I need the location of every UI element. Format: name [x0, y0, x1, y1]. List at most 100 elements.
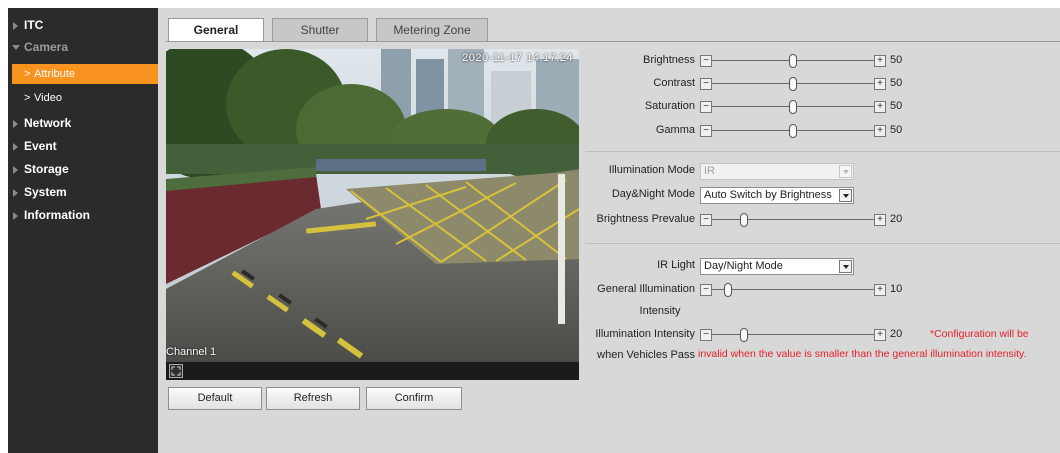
- tab-general[interactable]: General: [168, 18, 264, 41]
- nav-item-system[interactable]: System: [8, 181, 158, 203]
- saturation-slider[interactable]: − +: [700, 100, 886, 114]
- general-illumination-slider[interactable]: − +: [700, 283, 886, 297]
- gamma-value: 50: [890, 124, 903, 136]
- slider-thumb[interactable]: [789, 124, 797, 138]
- expand-triangle-icon: [13, 143, 18, 151]
- contrast-label: Contrast: [653, 77, 695, 89]
- nav-item-information[interactable]: Information: [8, 204, 158, 226]
- nav-item-label: Information: [24, 208, 90, 222]
- slider-track: [712, 219, 874, 220]
- illumination-mode-label: Illumination Mode: [608, 164, 695, 176]
- contrast-value: 50: [890, 77, 903, 89]
- general-illumination-label: General Illumination: [597, 283, 695, 295]
- nav-item-event[interactable]: Event: [8, 135, 158, 157]
- nav-item-label: Storage: [24, 162, 69, 176]
- plus-icon[interactable]: +: [874, 214, 886, 226]
- default-button[interactable]: Default: [168, 387, 262, 410]
- expand-triangle-icon: [13, 212, 18, 220]
- dropdown-arrow-icon: [839, 165, 852, 178]
- ir-light-select[interactable]: Day/Night Mode: [700, 258, 854, 275]
- plus-icon[interactable]: +: [874, 101, 886, 113]
- video-timestamp: 2020-11-17 14:17:24: [462, 52, 573, 64]
- slider-track: [712, 289, 874, 290]
- nav-item-camera[interactable]: Camera: [8, 36, 158, 58]
- select-value: IR: [704, 165, 715, 177]
- camera-scene-image: [166, 49, 579, 362]
- section-divider: [585, 243, 1060, 244]
- vehicle-illumination-slider[interactable]: − +: [700, 328, 886, 342]
- sidebar: ITC Camera > Attribute > Video Network E…: [8, 8, 158, 453]
- plus-icon[interactable]: +: [874, 284, 886, 296]
- brightness-prevalue-value: 20: [890, 213, 903, 225]
- video-channel-label: Channel 1: [166, 346, 217, 358]
- brightness-label: Brightness: [643, 54, 695, 66]
- sub-item-label: Attribute: [34, 68, 75, 80]
- day-night-mode-label: Day&Night Mode: [611, 188, 695, 200]
- minus-icon[interactable]: −: [700, 284, 712, 296]
- nav-item-label: Camera: [24, 40, 69, 54]
- expand-triangle-icon: [13, 189, 18, 197]
- refresh-button[interactable]: Refresh: [266, 387, 360, 410]
- main-panel: General Shutter Metering Zone 2020-11-17…: [158, 8, 1060, 453]
- sidebar-item-video[interactable]: > Video: [12, 88, 158, 108]
- brightness-slider[interactable]: − +: [700, 54, 886, 68]
- brightness-prevalue-slider[interactable]: − +: [700, 213, 886, 227]
- slider-thumb[interactable]: [789, 100, 797, 114]
- brightness-prevalue-label: Brightness Prevalue: [596, 213, 695, 225]
- nav-item-itc[interactable]: ITC: [8, 14, 158, 36]
- minus-icon[interactable]: −: [700, 214, 712, 226]
- dropdown-arrow-icon: [839, 189, 852, 202]
- select-value: Day/Night Mode: [704, 260, 783, 272]
- nav-item-label: ITC: [24, 18, 44, 32]
- plus-icon[interactable]: +: [874, 55, 886, 67]
- config-note-line1: *Configuration will be: [930, 328, 1029, 340]
- minus-icon[interactable]: −: [700, 101, 712, 113]
- tab-metering-zone[interactable]: Metering Zone: [376, 18, 488, 41]
- saturation-label: Saturation: [644, 100, 695, 112]
- plus-icon[interactable]: +: [874, 329, 886, 341]
- expand-triangle-icon: [13, 22, 18, 30]
- tab-shutter[interactable]: Shutter: [272, 18, 368, 41]
- confirm-button[interactable]: Confirm: [366, 387, 462, 410]
- minus-icon[interactable]: −: [700, 78, 712, 90]
- brightness-value: 50: [890, 54, 903, 66]
- video-preview[interactable]: 2020-11-17 14:17:24 Channel 1: [166, 49, 579, 380]
- day-night-mode-select[interactable]: Auto Switch by Brightness: [700, 187, 854, 204]
- nav-item-network[interactable]: Network: [8, 112, 158, 134]
- ir-light-label: IR Light: [657, 259, 695, 271]
- slider-thumb[interactable]: [740, 328, 749, 342]
- fullscreen-icon[interactable]: [169, 364, 183, 378]
- vehicle-illumination-value: 20: [890, 328, 903, 340]
- nav-item-label: System: [24, 185, 67, 199]
- chevron-right-icon: >: [24, 68, 31, 80]
- config-note-line2: invalid when the value is smaller than t…: [698, 348, 1027, 360]
- dropdown-arrow-icon: [839, 260, 852, 273]
- plus-icon[interactable]: +: [874, 125, 886, 137]
- chevron-right-icon: >: [24, 92, 31, 104]
- collapse-triangle-icon: [12, 45, 20, 50]
- plus-icon[interactable]: +: [874, 78, 886, 90]
- vehicle-illumination-label-line2: when Vehicles Pass: [597, 349, 695, 361]
- nav-item-storage[interactable]: Storage: [8, 158, 158, 180]
- expand-triangle-icon: [13, 166, 18, 174]
- vehicle-illumination-label: Illumination Intensity: [595, 328, 695, 340]
- sub-item-label: Video: [34, 92, 62, 104]
- illumination-mode-select: IR: [700, 163, 854, 180]
- slider-thumb[interactable]: [740, 213, 749, 227]
- slider-thumb[interactable]: [724, 283, 733, 297]
- general-illumination-label-line2: Intensity: [639, 305, 681, 317]
- slider-thumb[interactable]: [789, 77, 797, 91]
- video-toolbar: [166, 362, 579, 380]
- slider-thumb[interactable]: [789, 54, 797, 68]
- minus-icon[interactable]: −: [700, 329, 712, 341]
- minus-icon[interactable]: −: [700, 55, 712, 67]
- minus-icon[interactable]: −: [700, 125, 712, 137]
- gamma-slider[interactable]: − +: [700, 124, 886, 138]
- contrast-slider[interactable]: − +: [700, 77, 886, 91]
- gamma-label: Gamma: [655, 124, 695, 136]
- nav-item-label: Event: [24, 139, 57, 153]
- select-value: Auto Switch by Brightness: [704, 189, 832, 201]
- nav-item-label: Network: [24, 116, 72, 130]
- sidebar-item-attribute[interactable]: > Attribute: [12, 64, 158, 84]
- tab-underline: [166, 41, 1060, 42]
